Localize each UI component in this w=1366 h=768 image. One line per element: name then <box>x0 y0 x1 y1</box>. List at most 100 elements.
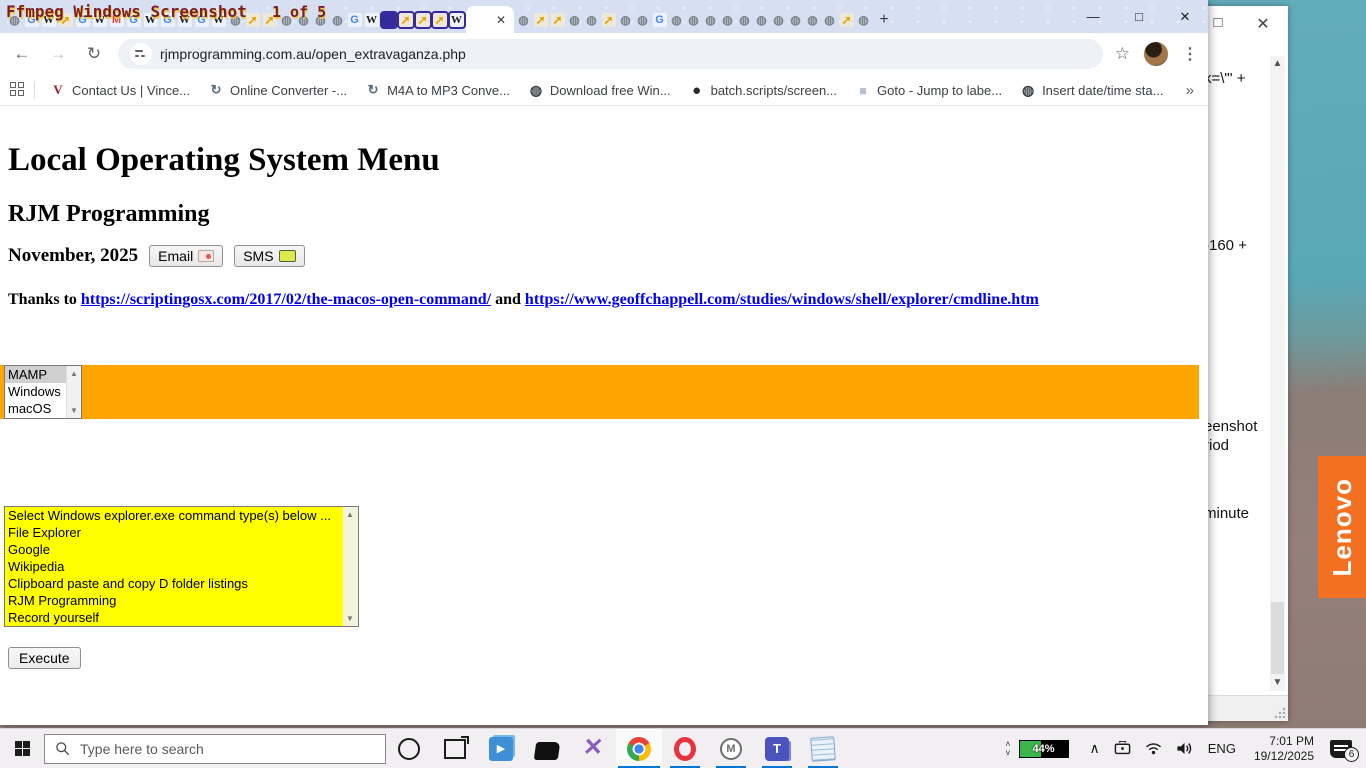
browser-tab[interactable]: ◍ <box>617 8 634 32</box>
browser-tab[interactable]: M <box>108 8 125 32</box>
browser-tab[interactable]: W <box>210 8 227 32</box>
battery-indicator[interactable]: 44% <box>1019 740 1069 758</box>
maximize-button[interactable]: □ <box>1116 0 1162 33</box>
browser-tab[interactable]: ◍ <box>685 8 702 32</box>
browser-tab[interactable]: ◍ <box>583 8 600 32</box>
command-option[interactable]: RJM Programming <box>5 592 358 609</box>
command-option[interactable]: File Explorer <box>5 524 358 541</box>
browser-tab[interactable]: ◍ <box>227 8 244 32</box>
bookmark-star-icon[interactable]: ☆ <box>1115 44 1130 64</box>
tab-close-icon[interactable]: ✕ <box>496 13 506 27</box>
bookmark-item[interactable]: ■Goto - Jump to labe... <box>855 82 1002 98</box>
browser-tab[interactable]: W <box>142 8 159 32</box>
browser-tab[interactable]: ◍ <box>312 8 329 32</box>
command-option[interactable]: Record yourself <box>5 609 358 626</box>
email-button[interactable]: Email <box>149 245 223 267</box>
browser-tab[interactable]: ➚ <box>431 8 448 32</box>
scroll-up-icon[interactable]: ▲ <box>1270 56 1285 72</box>
bookmark-item[interactable]: ●batch.scripts/screen... <box>689 82 837 98</box>
bookmark-item[interactable]: VContact Us | Vince... <box>50 82 190 98</box>
browser-tab[interactable]: ◍ <box>566 8 583 32</box>
back-button[interactable]: ← <box>8 40 36 68</box>
profile-avatar[interactable] <box>1144 42 1168 66</box>
browser-tab[interactable]: G <box>74 8 91 32</box>
scriptingosx-link[interactable]: https://scriptingosx.com/2017/02/the-mac… <box>81 291 491 308</box>
scroll-up-icon[interactable]: ▲ <box>343 507 357 522</box>
taskbar-app-teams[interactable]: T <box>754 729 800 768</box>
minimize-button[interactable]: — <box>1070 0 1116 33</box>
tray-scroll-arrows[interactable]: ˄ ˅ <box>1005 740 1010 758</box>
browser-tab[interactable]: G <box>125 8 142 32</box>
bookmark-item[interactable]: ◍Download free Win... <box>528 82 671 98</box>
new-tab-button[interactable]: + <box>872 11 896 29</box>
wifi-icon[interactable] <box>1145 742 1162 756</box>
url-text[interactable]: rjmprogramming.com.au/open_extravaganza.… <box>160 46 466 62</box>
geoffchappell-link[interactable]: https://www.geoffchappell.com/studies/wi… <box>525 291 1039 308</box>
browser-tab[interactable]: ◍ <box>515 8 532 32</box>
taskbar-search-input[interactable]: Type here to search <box>44 734 386 764</box>
browser-tab[interactable]: W <box>91 8 108 32</box>
clock[interactable]: 7:01 PM 19/12/2025 <box>1254 734 1314 764</box>
taskbar-app-mcircle[interactable]: M <box>708 729 754 768</box>
browser-tab[interactable]: ◍ <box>634 8 651 32</box>
browser-tab[interactable]: ➚ <box>838 8 855 32</box>
start-button[interactable] <box>0 729 44 768</box>
browser-tab[interactable]: ◍ <box>329 8 346 32</box>
scroll-up-icon[interactable]: ▲ <box>67 366 81 381</box>
browser-tab[interactable]: ◍ <box>702 8 719 32</box>
resize-grip[interactable] <box>1274 707 1286 719</box>
bookmarks-overflow-icon[interactable]: » <box>1186 82 1194 99</box>
browser-tab[interactable]: ◍ <box>753 8 770 32</box>
browser-tab[interactable]: ◍ <box>804 8 821 32</box>
browser-tab[interactable]: W <box>176 8 193 32</box>
command-select-listbox[interactable]: Select Windows explorer.exe command type… <box>4 506 359 627</box>
taskbar-app-opera[interactable] <box>662 729 708 768</box>
cast-icon[interactable] <box>1114 741 1131 756</box>
taskbar-app-blackbox[interactable] <box>524 729 570 768</box>
browser-tab[interactable]: G <box>159 8 176 32</box>
notepad-scrollbar[interactable]: ▲ ▼ <box>1270 56 1285 691</box>
browser-tab[interactable]: ➚ <box>549 8 566 32</box>
volume-icon[interactable] <box>1176 741 1193 756</box>
taskbar-app-vs[interactable]: ✕ <box>570 729 616 768</box>
taskbar-app-notepad[interactable] <box>800 729 846 768</box>
taskbar-app-chrome[interactable] <box>616 729 662 768</box>
browser-tab[interactable]: ◍ <box>719 8 736 32</box>
scroll-down-icon[interactable]: ▼ <box>67 403 81 418</box>
command-option[interactable]: Clipboard paste and copy D folder listin… <box>5 575 358 592</box>
chrome-menu-icon[interactable]: ⋮ <box>1182 44 1198 64</box>
bookmark-item[interactable]: ↻Online Converter -... <box>208 82 347 98</box>
browser-tab[interactable]: ◍ <box>770 8 787 32</box>
browser-tab[interactable]: ◍ <box>736 8 753 32</box>
browser-tab[interactable]: ◍ <box>295 8 312 32</box>
browser-tab[interactable]: ◍ <box>668 8 685 32</box>
browser-tab[interactable]: ➚ <box>532 8 549 32</box>
scrollbar-thumb[interactable] <box>1271 602 1284 674</box>
browser-tab[interactable]: G <box>23 8 40 32</box>
os-select-listbox[interactable]: MAMPWindowsmacOS ▲ ▼ <box>4 365 82 419</box>
browser-tab[interactable]: ➚ <box>397 8 414 32</box>
taskbar-app-taskview[interactable] <box>432 729 478 768</box>
browser-tab[interactable]: ◍ <box>278 8 295 32</box>
site-info-icon[interactable] <box>130 43 152 65</box>
os-select-scrollbar[interactable]: ▲ ▼ <box>66 366 81 418</box>
close-button[interactable]: ✕ <box>1162 0 1208 33</box>
browser-tab[interactable]: ◍ <box>821 8 838 32</box>
active-tab[interactable]: ✕ <box>466 6 514 33</box>
scroll-down-icon[interactable]: ▼ <box>343 611 357 626</box>
taskbar-app-movies[interactable]: ▶ <box>478 729 524 768</box>
sms-button[interactable]: SMS <box>234 245 304 267</box>
browser-tab[interactable]: ◍ <box>787 8 804 32</box>
browser-tab[interactable] <box>380 8 397 32</box>
forward-button[interactable]: → <box>44 40 72 68</box>
command-select-scrollbar[interactable]: ▲ ▼ <box>343 507 358 626</box>
browser-tab[interactable]: ➚ <box>261 8 278 32</box>
execute-button[interactable]: Execute <box>8 647 81 669</box>
browser-tab[interactable]: W <box>363 8 380 32</box>
hidden-icons-chevron[interactable]: ∧ <box>1090 740 1100 757</box>
action-center-button[interactable]: 6 <box>1330 740 1352 758</box>
browser-tab[interactable]: W <box>448 8 465 32</box>
command-option[interactable]: Select Windows explorer.exe command type… <box>5 507 358 524</box>
apps-grid-icon[interactable] <box>10 82 26 98</box>
command-option[interactable]: Wikipedia <box>5 558 358 575</box>
